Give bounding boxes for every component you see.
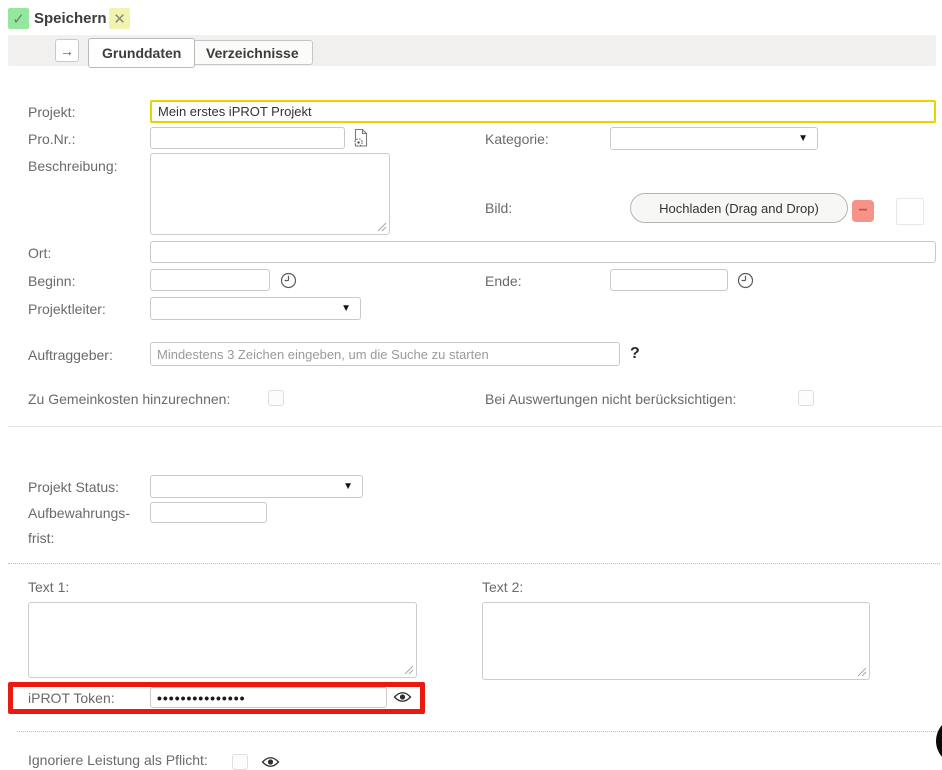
dotted-divider bbox=[17, 731, 938, 732]
save-button[interactable]: ✓ bbox=[8, 8, 29, 29]
beschreibung-label: Beschreibung: bbox=[28, 158, 118, 174]
upload-button[interactable]: Hochladen (Drag and Drop) bbox=[630, 193, 848, 223]
chevron-down-icon: ▼ bbox=[343, 482, 353, 492]
close-icon: ✕ bbox=[113, 10, 126, 28]
help-question-icon[interactable]: ? bbox=[630, 345, 640, 363]
tab-bar: → Grunddaten Verzeichnisse bbox=[8, 35, 936, 66]
aufbewahrung-label-line1: Aufbewahrungs- bbox=[28, 505, 130, 521]
text2-label: Text 2: bbox=[482, 579, 523, 595]
tab-label: Grunddaten bbox=[102, 45, 181, 61]
auftraggeber-label: Auftraggeber: bbox=[28, 347, 113, 363]
resize-grip-icon[interactable] bbox=[857, 667, 867, 677]
projekt-input[interactable] bbox=[150, 100, 936, 123]
projektleiter-select[interactable]: ▼ bbox=[150, 297, 361, 320]
text1-label: Text 1: bbox=[28, 579, 69, 595]
minus-icon: − bbox=[858, 202, 867, 219]
token-password-input[interactable] bbox=[150, 687, 387, 708]
eye-icon bbox=[393, 691, 412, 703]
clock-icon bbox=[737, 272, 754, 289]
status-label: Projekt Status: bbox=[28, 479, 119, 495]
upload-button-label: Hochladen (Drag and Drop) bbox=[659, 201, 819, 216]
chevron-down-icon: ▼ bbox=[798, 134, 808, 144]
arrow-right-icon: → bbox=[60, 43, 74, 59]
token-visibility-button[interactable] bbox=[392, 690, 412, 703]
auswertungen-label: Bei Auswertungen nicht berücksichtigen: bbox=[485, 391, 736, 407]
ende-datepicker-button[interactable] bbox=[736, 271, 754, 289]
projekt-label: Projekt: bbox=[28, 104, 75, 120]
gemeinkosten-checkbox[interactable] bbox=[268, 390, 284, 406]
beginn-input[interactable] bbox=[150, 269, 270, 291]
text1-textarea[interactable] bbox=[28, 602, 417, 678]
tab-label: Verzeichnisse bbox=[206, 45, 299, 61]
token-label: iPROT Token: bbox=[28, 690, 115, 706]
pronr-label: Pro.Nr.: bbox=[28, 131, 75, 147]
aufbewahrung-label-line2: frist: bbox=[28, 530, 54, 546]
section-divider bbox=[8, 426, 942, 427]
document-gear-icon bbox=[352, 128, 369, 148]
gemeinkosten-label: Zu Gemeinkosten hinzurechnen: bbox=[28, 391, 230, 407]
text2-textarea[interactable] bbox=[482, 602, 870, 680]
chevron-down-icon: ▼ bbox=[341, 304, 351, 314]
check-icon: ✓ bbox=[12, 10, 25, 28]
ignoriere-label: Ignoriere Leistung als Pflicht: bbox=[28, 752, 208, 768]
pronr-input[interactable] bbox=[150, 127, 345, 149]
projektleiter-label: Projektleiter: bbox=[28, 301, 106, 317]
resize-grip-icon[interactable] bbox=[404, 665, 414, 675]
beginn-label: Beginn: bbox=[28, 273, 75, 289]
kategorie-label: Kategorie: bbox=[485, 131, 549, 147]
save-label: Speichern bbox=[34, 8, 107, 29]
aufbewahrung-input[interactable] bbox=[150, 502, 267, 523]
image-preview-placeholder bbox=[896, 198, 924, 225]
nav-arrow-button[interactable]: → bbox=[55, 39, 79, 62]
ort-input[interactable] bbox=[150, 241, 936, 263]
auftraggeber-search-input[interactable] bbox=[150, 342, 620, 366]
auswertungen-checkbox[interactable] bbox=[798, 390, 814, 406]
resize-grip-icon[interactable] bbox=[377, 222, 387, 232]
kategorie-select[interactable]: ▼ bbox=[610, 127, 818, 150]
tab-grunddaten[interactable]: Grunddaten bbox=[88, 38, 195, 68]
eye-icon bbox=[261, 756, 280, 768]
beginn-datepicker-button[interactable] bbox=[279, 271, 297, 289]
dotted-divider bbox=[8, 563, 940, 564]
clock-icon bbox=[280, 272, 297, 289]
remove-image-button[interactable]: − bbox=[852, 200, 874, 222]
ende-input[interactable] bbox=[610, 269, 728, 291]
tab-verzeichnisse[interactable]: Verzeichnisse bbox=[192, 40, 313, 65]
beschreibung-textarea[interactable] bbox=[150, 153, 390, 235]
bild-label: Bild: bbox=[485, 200, 512, 216]
ignoriere-checkbox[interactable] bbox=[232, 754, 248, 770]
ignoriere-visibility-button[interactable] bbox=[260, 755, 280, 768]
status-select[interactable]: ▼ bbox=[150, 475, 363, 498]
generate-number-button[interactable] bbox=[351, 127, 369, 148]
ort-label: Ort: bbox=[28, 245, 51, 261]
floating-button-partial[interactable] bbox=[936, 717, 942, 765]
close-button[interactable]: ✕ bbox=[109, 8, 130, 29]
ende-label: Ende: bbox=[485, 273, 522, 289]
